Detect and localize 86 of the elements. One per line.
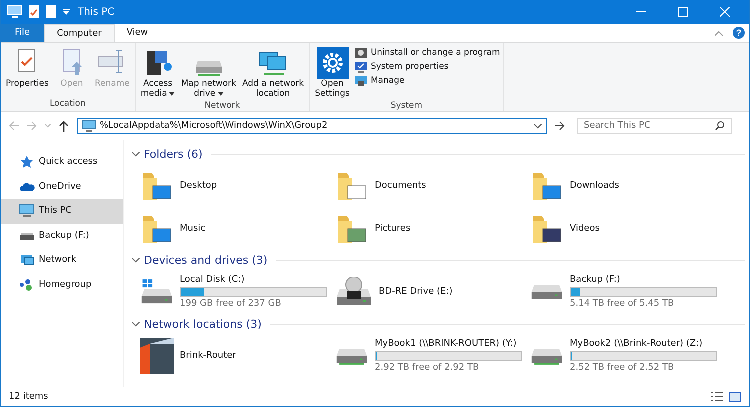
ribbon-button[interactable]: Map network drive	[179, 45, 238, 101]
item-name: Pictures	[375, 224, 411, 234]
homegroup-icon	[19, 278, 35, 292]
hard-drive-icon	[336, 346, 368, 366]
search-field[interactable]: Search This PC	[577, 118, 732, 134]
properties-icon[interactable]	[29, 5, 40, 19]
explorer-item[interactable]: Music	[132, 207, 327, 250]
address-field[interactable]: %LocalAppdata%\Microsoft\Windows\WinX\Group2	[77, 118, 547, 134]
item-name: Downloads	[570, 180, 620, 190]
ribbon-small-button[interactable]: Manage	[354, 75, 500, 87]
ribbon-group-label: Network	[204, 101, 242, 113]
window-title: This PC	[78, 6, 115, 18]
collapse-chevron-icon[interactable]	[132, 258, 140, 262]
item-name: Desktop	[180, 180, 218, 190]
hard-drive-icon	[336, 277, 372, 307]
pc-icon	[19, 204, 35, 218]
section-header[interactable]: Devices and drives (3)	[144, 254, 268, 266]
ribbon-button[interactable]: Access media	[138, 45, 178, 101]
item-name: MyBook2 (\\Brink-Router) (Z:)	[570, 339, 704, 349]
sidebar-item[interactable]: This PC	[1, 199, 123, 224]
hard-drive-icon	[531, 282, 563, 302]
hard-drive-icon	[531, 346, 563, 366]
help-button[interactable]: ?	[733, 27, 745, 39]
collapse-chevron-icon[interactable]	[132, 152, 140, 156]
ribbon-small-button[interactable]: Uninstall or change a program	[354, 47, 500, 59]
dropdown-caret-icon[interactable]	[534, 124, 542, 128]
details-view-icon[interactable]	[711, 392, 723, 402]
item-name: Videos	[570, 224, 600, 234]
router-logo-icon	[140, 338, 174, 374]
explorer-item[interactable]: Brink-Router	[132, 334, 327, 378]
sidebar-item[interactable]: Backup (F:)	[1, 224, 123, 248]
collapse-chevron-icon[interactable]	[132, 322, 140, 326]
collapse-icon[interactable]	[715, 30, 723, 36]
explorer-item[interactable]: Documents	[327, 164, 522, 207]
up-icon[interactable]	[59, 120, 69, 132]
ribbon-group-label: Location	[48, 99, 87, 111]
sidebar-item[interactable]: OneDrive	[1, 174, 123, 199]
program-icon	[354, 47, 368, 59]
maximize-icon[interactable]	[678, 7, 688, 17]
ribbon-button[interactable]: Open Settings	[313, 45, 352, 101]
explorer-item[interactable]: Pictures	[327, 207, 522, 250]
explorer-item[interactable]: Local Disk (C:) 199 GB free of 237 GB	[132, 270, 327, 314]
explorer-item[interactable]: MyBook1 (\\BRINK-ROUTER) (Y:) 2.92 TB free of 2.92 TB	[327, 334, 522, 378]
star-icon	[19, 155, 35, 170]
ribbon-button[interactable]: Add a network location	[240, 45, 306, 101]
item-name: Music	[180, 224, 206, 234]
free-space-text: 2.52 TB free of 2.52 TB	[570, 363, 676, 373]
free-space-text: 199 GB free of 237 GB	[180, 299, 282, 309]
pc-icon	[7, 5, 23, 19]
ribbon-group-label: System	[390, 101, 424, 113]
settings-icon	[316, 47, 350, 79]
network-icon	[19, 253, 35, 268]
item-name: Documents	[375, 180, 426, 190]
explorer-item[interactable]: MyBook2 (\\Brink-Router) (Z:) 2.52 TB free of 2.52 TB	[522, 334, 717, 378]
item-name: BD-RE Drive (E:)	[379, 287, 453, 297]
section-header[interactable]: Network locations (3)	[144, 318, 262, 330]
section-header[interactable]: Folders (6)	[144, 148, 203, 160]
sidebar-item[interactable]: Network	[1, 248, 123, 272]
document-icon[interactable]	[46, 5, 57, 19]
close-icon[interactable]	[720, 7, 730, 17]
status-text: 12 items	[9, 392, 48, 402]
item-name: Local Disk (C:)	[180, 275, 246, 285]
item-name: MyBook1 (\\BRINK-ROUTER) (Y:)	[375, 339, 518, 349]
explorer-item[interactable]: Backup (F:) 5.14 TB free of 5.45 TB	[522, 270, 717, 314]
caret-icon[interactable]	[63, 9, 70, 15]
sidebar-item[interactable]: Quick access	[1, 150, 123, 174]
computer-management-icon	[354, 75, 368, 87]
item-name: Brink-Router	[180, 351, 236, 361]
go-arrow-icon[interactable]	[555, 121, 565, 131]
search-icon[interactable]	[715, 121, 725, 131]
ribbon-button[interactable]: Properties	[4, 45, 51, 99]
free-space-text: 5.14 TB free of 5.45 TB	[570, 299, 676, 309]
item-name: Backup (F:)	[570, 275, 622, 285]
explorer-item[interactable]: Videos	[522, 207, 717, 250]
explorer-item[interactable]: BD-RE Drive (E:)	[327, 270, 522, 314]
file-tab[interactable]: File	[1, 24, 44, 42]
system-properties-icon	[354, 61, 368, 73]
explorer-item[interactable]: Desktop	[132, 164, 327, 207]
free-space-text: 2.92 TB free of 2.92 TB	[375, 363, 480, 373]
ribbon-tab[interactable]: Computer	[44, 24, 115, 42]
ribbon-tab[interactable]: View	[114, 24, 160, 42]
tiles-view-icon[interactable]	[729, 392, 741, 402]
explorer-item[interactable]: Downloads	[522, 164, 717, 207]
sidebar-item[interactable]: Homegroup	[1, 272, 123, 297]
ribbon-small-button[interactable]: System properties	[354, 61, 500, 73]
pc-icon	[82, 120, 96, 132]
